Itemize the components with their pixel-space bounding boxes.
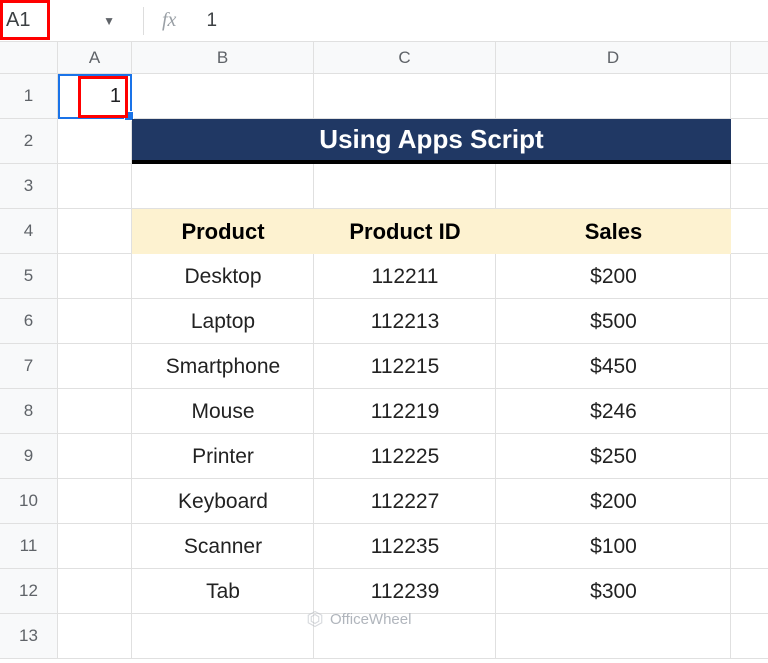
col-header-A[interactable]: A <box>58 42 132 73</box>
table-row[interactable]: Mouse112219$246 <box>132 389 731 434</box>
row-header-5[interactable]: 5 <box>0 254 57 299</box>
formula-bar-value[interactable]: 1 <box>206 10 217 32</box>
col-header-C[interactable]: C <box>314 42 496 73</box>
table-header-productid[interactable]: Product ID <box>314 219 496 245</box>
fx-icon[interactable]: fx <box>162 9 176 32</box>
col-header-D[interactable]: D <box>496 42 731 73</box>
name-box-cell-ref: A1 <box>6 9 30 32</box>
table-row[interactable]: Printer112225$250 <box>132 434 731 479</box>
table-row[interactable]: Smartphone112215$450 <box>132 344 731 389</box>
row-header-2[interactable]: 2 <box>0 119 57 164</box>
sheet-title: Using Apps Script <box>319 124 543 155</box>
row-header-8[interactable]: 8 <box>0 389 57 434</box>
table-header-row: Product Product ID Sales <box>132 209 731 254</box>
formula-bar: A1 ▼ fx 1 <box>0 0 768 42</box>
row-header-6[interactable]: 6 <box>0 299 57 344</box>
cells-area[interactable]: 1 Using Apps Script Product Product ID <box>58 74 768 659</box>
col-header-B[interactable]: B <box>132 42 314 73</box>
row-header-11[interactable]: 11 <box>0 524 57 569</box>
table-data: Desktop112211$200 Laptop112213$500 Smart… <box>132 254 731 614</box>
select-all-corner[interactable] <box>0 42 58 73</box>
row-header-3[interactable]: 3 <box>0 164 57 209</box>
sheet-title-band[interactable]: Using Apps Script <box>132 119 731 164</box>
row-headers: 1 2 3 4 5 6 7 8 9 10 11 12 13 <box>0 74 58 659</box>
name-box-dropdown-icon[interactable]: ▼ <box>103 14 115 28</box>
table-row[interactable]: Keyboard112227$200 <box>132 479 731 524</box>
row-header-13[interactable]: 13 <box>0 614 57 659</box>
table-row[interactable]: Scanner112235$100 <box>132 524 731 569</box>
cell-C1[interactable] <box>314 74 496 118</box>
cell-D1[interactable] <box>496 74 731 118</box>
row-header-4[interactable]: 4 <box>0 209 57 254</box>
column-headers: A B C D <box>0 42 768 74</box>
table-row[interactable]: Laptop112213$500 <box>132 299 731 344</box>
row-header-7[interactable]: 7 <box>0 344 57 389</box>
table-header-product[interactable]: Product <box>132 219 314 245</box>
row-header-10[interactable]: 10 <box>0 479 57 524</box>
row-header-1[interactable]: 1 <box>0 74 57 119</box>
spreadsheet-grid: A B C D 1 2 3 4 5 6 7 8 9 10 11 12 13 1 <box>0 42 768 659</box>
table-row[interactable]: Tab112239$300 <box>132 569 731 614</box>
cell-B1[interactable] <box>132 74 314 118</box>
row-header-12[interactable]: 12 <box>0 569 57 614</box>
table-row[interactable]: Desktop112211$200 <box>132 254 731 299</box>
cell-A1[interactable]: 1 <box>58 74 132 118</box>
divider <box>143 7 144 35</box>
name-box[interactable]: A1 ▼ <box>0 0 125 41</box>
row-header-9[interactable]: 9 <box>0 434 57 479</box>
table-header-sales[interactable]: Sales <box>496 219 731 245</box>
